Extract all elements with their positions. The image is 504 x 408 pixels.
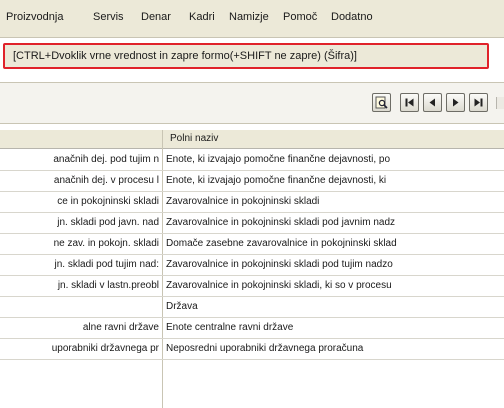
menu-denar[interactable]: Denar bbox=[141, 11, 171, 23]
table-row[interactable]: alne ravni države Enote centralne ravni d… bbox=[0, 318, 504, 339]
menu-proizvodnja[interactable]: Proizvodnja bbox=[6, 11, 63, 23]
menu-pomoc[interactable]: Pomoč bbox=[283, 11, 317, 23]
cell-code[interactable]: alne ravni države bbox=[0, 322, 159, 333]
next-record-button[interactable] bbox=[446, 93, 465, 112]
table-row[interactable]: uporabniki državnega pr Neposredni uporab… bbox=[0, 339, 504, 360]
cell-code[interactable]: jn. skladi pod tujim nad: bbox=[0, 259, 159, 270]
cell-code[interactable]: anačnih dej. v procesu l bbox=[0, 175, 159, 186]
cell-full-name[interactable]: Zavarovalnice in pokojninski skladi, ki … bbox=[166, 280, 504, 291]
table-row[interactable]: ne zav. in pokojn. skladi Domače zasebne … bbox=[0, 234, 504, 255]
cell-code[interactable]: anačnih dej. pod tujim n bbox=[0, 154, 159, 165]
column-header-full-name[interactable]: Polni naziv bbox=[170, 133, 218, 144]
cell-code[interactable]: ne zav. in pokojn. skladi bbox=[0, 238, 159, 249]
grid-header: Polni naziv bbox=[0, 130, 504, 149]
menu-dodatno[interactable]: Dodatno bbox=[331, 11, 373, 23]
previous-record-icon bbox=[427, 97, 438, 108]
hint-bar: [CTRL+Dvoklik vrne vrednost in zapre for… bbox=[3, 43, 489, 69]
cell-full-name[interactable]: Zavarovalnice in pokojninski skladi pod … bbox=[166, 259, 504, 270]
cell-full-name[interactable]: Domače zasebne zavarovalnice in pokojnin… bbox=[166, 238, 504, 249]
cell-code[interactable]: uporabniki državnega pr bbox=[0, 343, 159, 354]
last-record-button[interactable] bbox=[469, 93, 488, 112]
table-row[interactable]: anačnih dej. v procesu l Enote, ki izvaja… bbox=[0, 171, 504, 192]
cell-full-name[interactable]: Zavarovalnice in pokojninski skladi bbox=[166, 196, 504, 207]
cell-full-name[interactable]: Enote centralne ravni države bbox=[166, 322, 504, 333]
cell-full-name[interactable]: Država bbox=[166, 301, 504, 312]
table-row[interactable]: jn. skladi v lastn.preobl Zavarovalnice i… bbox=[0, 276, 504, 297]
first-record-button[interactable] bbox=[400, 93, 419, 112]
find-button[interactable] bbox=[372, 93, 391, 112]
menu-servis[interactable]: Servis bbox=[93, 11, 124, 23]
menu-bar: Proizvodnja Servis Denar Kadri Namizje P… bbox=[0, 0, 504, 38]
table-row[interactable]: anačnih dej. pod tujim n Enote, ki izvaja… bbox=[0, 150, 504, 171]
last-record-icon bbox=[473, 97, 484, 108]
cell-code[interactable]: jn. skladi v lastn.preobl bbox=[0, 280, 159, 291]
find-icon bbox=[375, 96, 388, 109]
cell-code[interactable]: jn. skladi pod javn. nad bbox=[0, 217, 159, 228]
next-record-icon bbox=[450, 97, 461, 108]
cell-code[interactable]: ce in pokojninski skladi bbox=[0, 196, 159, 207]
hint-text: [CTRL+Dvoklik vrne vrednost in zapre for… bbox=[13, 50, 357, 62]
menu-kadri[interactable]: Kadri bbox=[189, 11, 215, 23]
menu-namizje[interactable]: Namizje bbox=[229, 11, 269, 23]
previous-record-button[interactable] bbox=[423, 93, 442, 112]
cell-full-name[interactable]: Enote, ki izvajajo pomočne finančne deja… bbox=[166, 154, 504, 165]
toolbar-button-partial[interactable] bbox=[496, 97, 504, 109]
cell-full-name[interactable]: Zavarovalnice in pokojninski skladi pod … bbox=[166, 217, 504, 228]
table-row[interactable]: jn. skladi pod tujim nad: Zavarovalnice i… bbox=[0, 255, 504, 276]
cell-full-name[interactable]: Neposredni uporabniki državnega proračun… bbox=[166, 343, 504, 354]
navigation-toolbar bbox=[0, 82, 504, 124]
table-row[interactable]: ce in pokojninski skladi Zavarovalnice in… bbox=[0, 192, 504, 213]
table-row[interactable]: jn. skladi pod javn. nad Zavarovalnice in… bbox=[0, 213, 504, 234]
first-record-icon bbox=[404, 97, 415, 108]
table-row[interactable]: Država bbox=[0, 297, 504, 318]
cell-full-name[interactable]: Enote, ki izvajajo pomočne finančne deja… bbox=[166, 175, 504, 186]
data-grid: Polni naziv anačnih dej. pod tujim n Enot… bbox=[0, 130, 504, 408]
